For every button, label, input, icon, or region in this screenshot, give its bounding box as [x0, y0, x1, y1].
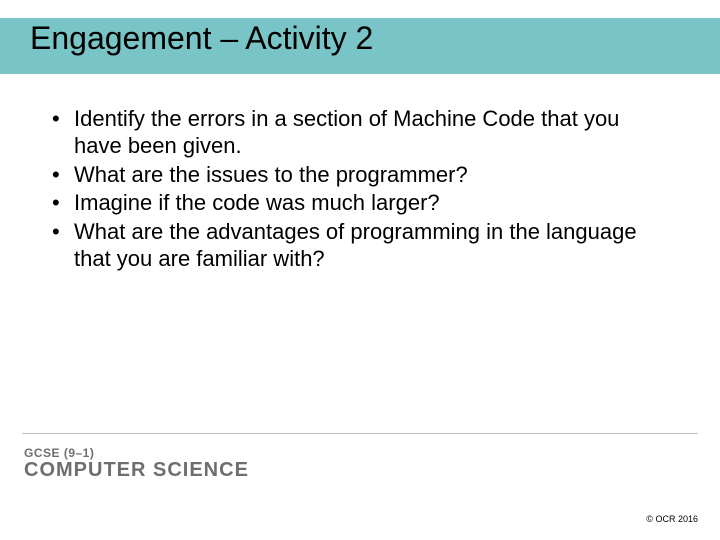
footer-logo: GCSE (9–1) COMPUTER SCIENCE	[24, 446, 249, 481]
footer-divider	[22, 433, 698, 434]
slide: Engagement – Activity 2 Identify the err…	[0, 0, 720, 540]
copyright: © OCR 2016	[646, 514, 698, 524]
list-item: Identify the errors in a section of Mach…	[46, 106, 658, 160]
bullet-list: Identify the errors in a section of Mach…	[46, 106, 658, 273]
list-item: What are the advantages of programming i…	[46, 219, 658, 273]
slide-title: Engagement – Activity 2	[30, 20, 373, 57]
body-content: Identify the errors in a section of Mach…	[46, 106, 658, 275]
list-item: What are the issues to the programmer?	[46, 162, 658, 189]
list-item: Imagine if the code was much larger?	[46, 190, 658, 217]
footer-logo-line1: GCSE (9–1)	[24, 446, 249, 460]
footer-logo-line2: COMPUTER SCIENCE	[24, 460, 249, 481]
